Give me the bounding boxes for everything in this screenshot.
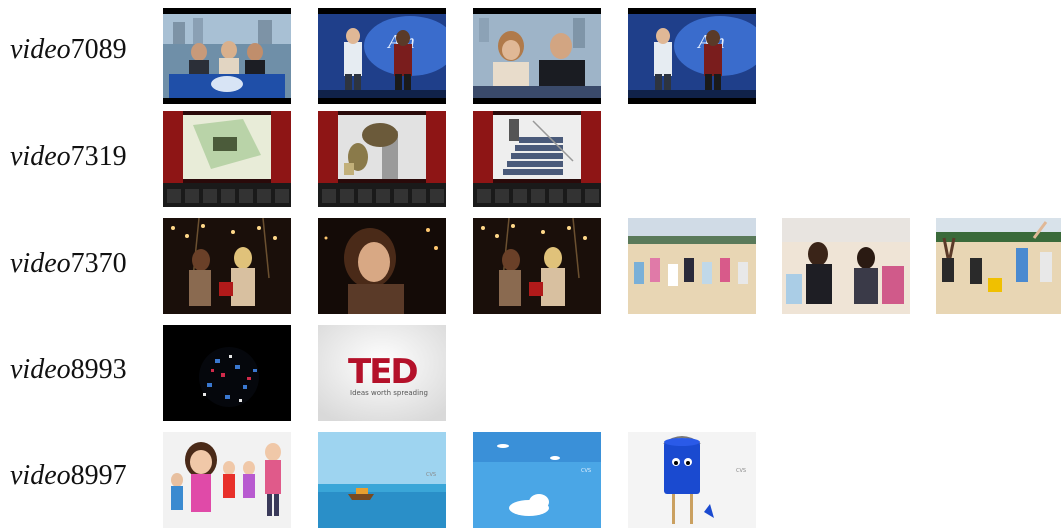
frame-8997-3-sky-cloud: CVS xyxy=(473,432,601,528)
frame-7319-3-theater-screen-stairs xyxy=(473,111,601,207)
frame-8997-4-paint-can-character: CVS xyxy=(628,432,756,528)
row-label-id: 8997 xyxy=(70,460,127,491)
frame-7319-2-theater-screen-creature xyxy=(318,111,446,207)
row-label-id: 7089 xyxy=(70,34,127,65)
row-label-video7370: video7370 xyxy=(10,248,127,280)
frame-8997-1-cartoon-kids xyxy=(163,432,291,528)
frame-7370-2-night-closeup xyxy=(318,218,446,314)
svg-text:CVS: CVS xyxy=(581,468,591,474)
frame-7089-4-stage-contestants: Am xyxy=(628,8,756,104)
frame-7370-6-beach-yoga xyxy=(936,218,1061,314)
frame-7319-1-theater-screen-money xyxy=(163,111,291,207)
row-label-prefix: video xyxy=(10,248,71,279)
frame-8997-2-ship-sea: CVS xyxy=(318,432,446,528)
frame-7089-2-stage-contestants: Am xyxy=(318,8,446,104)
row-label-video7319: video7319 xyxy=(10,141,127,173)
row-label-prefix: video xyxy=(10,354,71,385)
row-label-id: 7370 xyxy=(70,248,127,279)
ted-logo-text: TED xyxy=(348,352,417,392)
row-label-video7089: video7089 xyxy=(10,34,127,66)
ted-tagline-text: Ideas worth spreading xyxy=(350,389,428,397)
row-label-video8993: video8993 xyxy=(10,354,127,386)
frame-7089-3-judges-closeup xyxy=(473,8,601,104)
frame-7370-1-night-swings xyxy=(163,218,291,314)
row-label-prefix: video xyxy=(10,34,71,65)
svg-text:CVS: CVS xyxy=(426,472,436,478)
frame-7089-1-judges-desk xyxy=(163,8,291,104)
row-label-prefix: video xyxy=(10,141,71,172)
row-label-id: 7319 xyxy=(70,141,127,172)
row-label-video8997: video8997 xyxy=(10,460,127,492)
frame-7370-4-beach-group xyxy=(628,218,756,314)
frame-8993-1-dark-sphere xyxy=(163,325,291,421)
row-label-prefix: video xyxy=(10,460,71,491)
svg-text:CVS: CVS xyxy=(736,468,746,474)
frame-7370-3-night-swings xyxy=(473,218,601,314)
row-label-id: 8993 xyxy=(70,354,127,385)
frame-7370-5-beach-closeup xyxy=(782,218,910,314)
frame-8993-2-ted-logo: TED Ideas worth spreading xyxy=(318,325,446,421)
